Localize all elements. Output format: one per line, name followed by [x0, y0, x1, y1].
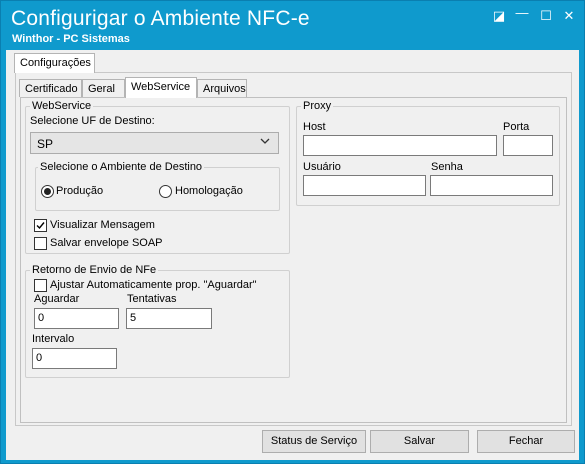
webservice-group: WebService Selecione UF de Destino: SP S…	[25, 100, 290, 254]
senha-label: Senha	[431, 161, 463, 173]
uf-label: Selecione UF de Destino:	[30, 115, 155, 127]
chevron-down-icon	[260, 136, 270, 148]
window-subtitle: Winthor - PC Sistemas	[12, 33, 130, 45]
producao-label: Produção	[56, 185, 104, 197]
intervalo-input[interactable]: 0	[32, 348, 117, 369]
salvar-envelope-label: Salvar envelope SOAP	[50, 237, 163, 249]
retorno-group: Retorno de Envio de NFe Ajustar Automati…	[25, 264, 290, 378]
checkmark-icon	[36, 222, 45, 230]
tab-arquivos-label: Arquivos	[203, 83, 246, 95]
client-area: Configurações Certificado Geral WebServi…	[6, 50, 579, 460]
tab-geral[interactable]: Geral	[82, 79, 125, 97]
ajustar-label: Ajustar Automaticamente prop. "Aguardar"	[50, 279, 257, 291]
maximize-button[interactable]: ☐	[539, 9, 553, 23]
close-button[interactable]: ✕	[562, 9, 576, 23]
tentativas-input[interactable]: 5	[126, 308, 212, 329]
tab-certificado[interactable]: Certificado	[19, 79, 82, 97]
homologacao-radio[interactable]	[159, 185, 172, 198]
configuracoes-panel: Certificado Geral WebService Arquivos We…	[15, 72, 572, 426]
status-servico-button[interactable]: Status de Serviço	[262, 430, 366, 453]
minimize-button[interactable]: —	[515, 6, 529, 20]
tab-certificado-label: Certificado	[25, 83, 78, 95]
proxy-legend: Proxy	[301, 100, 334, 112]
ambiente-group: Selecione o Ambiente de Destino Produção…	[35, 161, 280, 211]
salvar-envelope-checkbox[interactable]	[34, 237, 47, 250]
tentativas-label: Tentativas	[127, 293, 177, 305]
webservice-tab-panel: WebService Selecione UF de Destino: SP S…	[20, 97, 567, 423]
aguardar-input[interactable]: 0	[34, 308, 119, 329]
host-input[interactable]	[303, 135, 497, 156]
porta-input[interactable]	[503, 135, 553, 156]
window-title: Configurigar o Ambiente NFC-e	[11, 7, 310, 30]
senha-input[interactable]	[430, 175, 553, 196]
usuario-label: Usuário	[303, 161, 341, 173]
tab-configuracoes-label: Configurações	[20, 57, 91, 69]
aguardar-label: Aguardar	[34, 293, 80, 305]
restore-icon[interactable]: ◪	[492, 9, 506, 23]
tab-configuracoes[interactable]: Configurações	[14, 53, 95, 73]
visualizar-mensagem-label: Visualizar Mensagem	[50, 219, 155, 231]
homologacao-label: Homologação	[175, 185, 243, 197]
tab-webservice[interactable]: WebService	[125, 77, 197, 98]
retorno-legend: Retorno de Envio de NFe	[30, 264, 159, 276]
uf-select-value: SP	[37, 137, 54, 151]
tab-arquivos[interactable]: Arquivos	[197, 79, 247, 97]
tab-webservice-label: WebService	[131, 81, 191, 93]
title-bar[interactable]: Configurigar o Ambiente NFC-e Winthor - …	[1, 1, 584, 49]
ajustar-checkbox[interactable]	[34, 279, 47, 292]
uf-select[interactable]: SP	[30, 132, 279, 154]
host-label: Host	[303, 121, 326, 133]
ambiente-legend: Selecione o Ambiente de Destino	[38, 161, 205, 173]
porta-label: Porta	[503, 121, 530, 133]
salvar-button[interactable]: Salvar	[370, 430, 469, 453]
producao-radio[interactable]	[41, 185, 54, 198]
fechar-button[interactable]: Fechar	[477, 430, 575, 453]
tab-geral-label: Geral	[88, 83, 115, 95]
visualizar-mensagem-checkbox[interactable]	[34, 219, 47, 232]
usuario-input[interactable]	[303, 175, 426, 196]
webservice-legend: WebService	[30, 100, 94, 112]
proxy-group: Proxy Host Porta Usuário Senha	[296, 100, 560, 206]
app-window: Configurigar o Ambiente NFC-e Winthor - …	[0, 0, 585, 464]
intervalo-label: Intervalo	[32, 333, 75, 345]
